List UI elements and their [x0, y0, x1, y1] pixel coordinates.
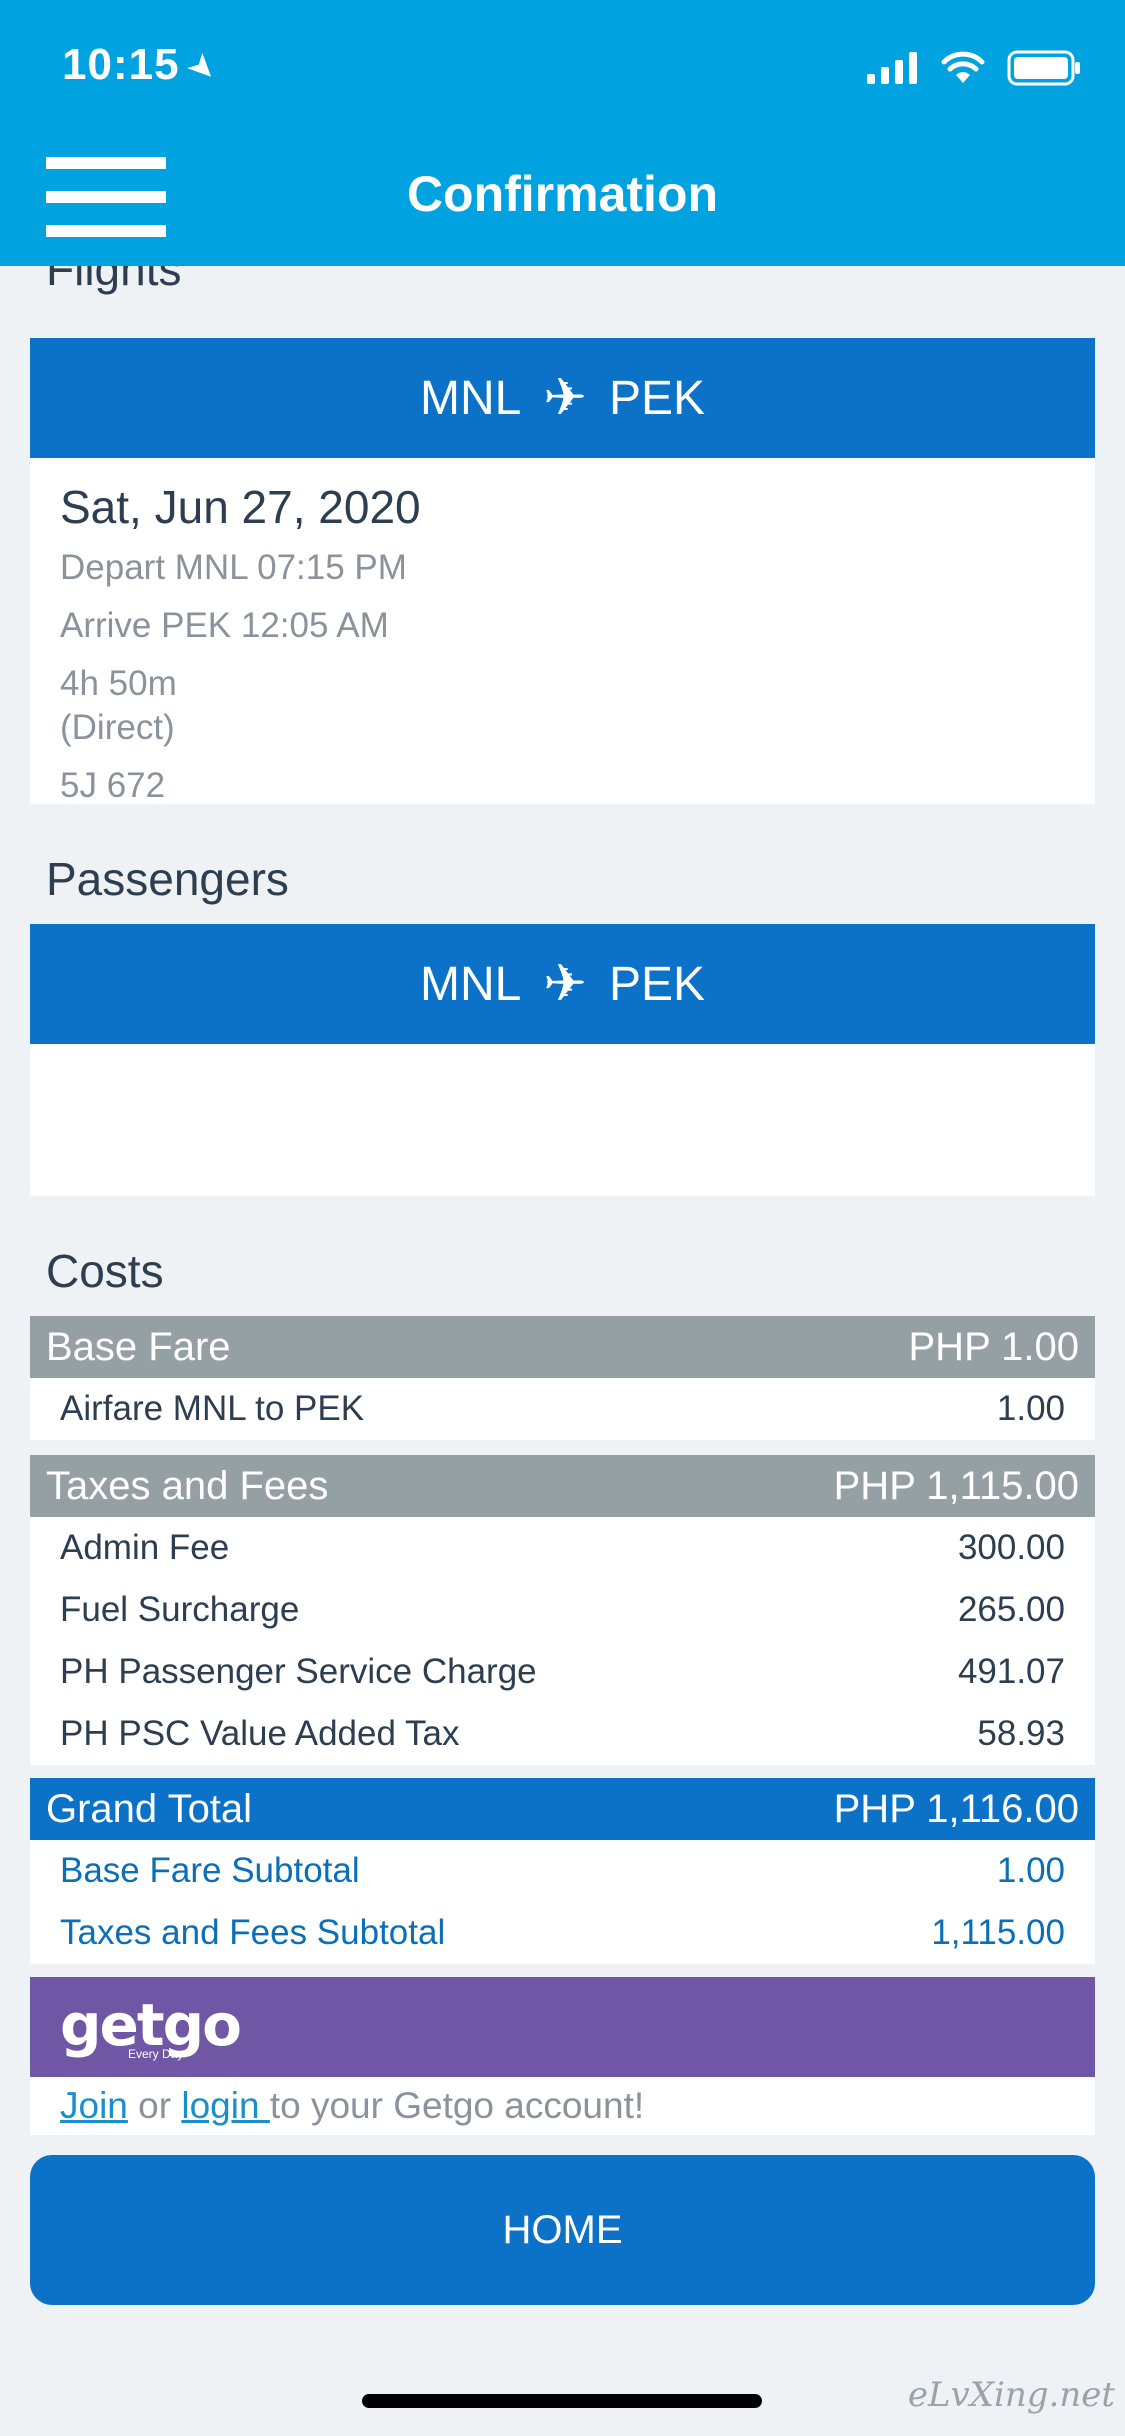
depart-info: Depart MNL 07:15 PM — [60, 548, 407, 587]
cost-row: PH Passenger Service Charge 491.07 — [30, 1641, 1095, 1703]
cost-row: PH PSC Value Added Tax 58.93 — [30, 1703, 1095, 1765]
grand-total-label: Grand Total — [46, 1786, 253, 1831]
battery-icon — [1007, 50, 1080, 86]
airplane-icon: ✈ — [543, 955, 587, 1013]
cost-label: Base Fare Subtotal — [60, 1851, 360, 1890]
cost-label: Fuel Surcharge — [60, 1590, 300, 1629]
getgo-logo-tagline: Every Day — [128, 2047, 184, 2061]
passengers-section-title: Passengers — [46, 853, 289, 905]
getgo-account-prompt: Join or login to your Getgo account! — [30, 2077, 1095, 2135]
grand-total-items: Base Fare Subtotal 1.00 Taxes and Fees S… — [30, 1840, 1095, 1964]
getgo-banner: getgo Every Day — [30, 1977, 1095, 2077]
cost-row: Taxes and Fees Subtotal 1,115.00 — [30, 1902, 1095, 1964]
flight-date: Sat, Jun 27, 2020 — [60, 481, 421, 533]
cost-label: Taxes and Fees Subtotal — [60, 1913, 446, 1952]
flight-route-bar: MNL ✈ PEK — [30, 338, 1095, 458]
airplane-icon: ✈ — [543, 369, 587, 427]
cost-value: 58.93 — [977, 1714, 1065, 1753]
cost-value: 1.00 — [996, 1851, 1065, 1890]
cost-value: 1.00 — [996, 1389, 1065, 1428]
route-destination: PEK — [608, 371, 705, 425]
cost-label: Airfare MNL to PEK — [60, 1389, 365, 1428]
base-fare-amount: PHP 1.00 — [908, 1324, 1080, 1369]
route-origin: MNL — [420, 957, 522, 1011]
grand-total-header: Grand Total PHP 1,116.00 — [30, 1778, 1095, 1840]
cost-value: 265.00 — [957, 1590, 1065, 1629]
grand-total-amount: PHP 1,116.00 — [833, 1786, 1079, 1831]
costs-section-title: Costs — [46, 1245, 164, 1297]
menu-line — [46, 225, 166, 237]
base-fare-label: Base Fare — [46, 1324, 231, 1369]
clock: 10:15 — [62, 40, 180, 89]
cost-label: Admin Fee — [60, 1528, 230, 1567]
base-fare-items: Airfare MNL to PEK 1.00 — [30, 1378, 1095, 1440]
join-link[interactable]: Join — [60, 2085, 128, 2127]
flights-section-title: Flights — [46, 266, 182, 295]
taxes-label: Taxes and Fees — [46, 1463, 329, 1508]
flight-duration: 4h 50m — [60, 664, 177, 703]
passenger-route-bar: MNL ✈ PEK — [30, 924, 1095, 1044]
wifi-icon — [941, 51, 985, 83]
location-arrow-icon: ➤ — [178, 44, 227, 92]
cost-row: Admin Fee 300.00 — [30, 1517, 1095, 1579]
cost-value: 300.00 — [957, 1528, 1065, 1567]
flight-details-card: Sat, Jun 27, 2020 Depart MNL 07:15 PM Ar… — [30, 458, 1095, 805]
status-icons — [867, 50, 1081, 86]
cost-row: Airfare MNL to PEK 1.00 — [30, 1378, 1095, 1440]
passenger-list-card — [30, 1044, 1095, 1196]
home-button[interactable]: HOME — [30, 2155, 1095, 2305]
taxes-amount: PHP 1,115.00 — [833, 1463, 1079, 1508]
login-link[interactable]: login — [181, 2085, 269, 2127]
cost-value: 491.07 — [957, 1652, 1065, 1691]
getgo-suffix-text: to your Getgo account! — [269, 2085, 645, 2126]
page-title: Confirmation — [406, 166, 719, 222]
flight-number: 5J 672 — [60, 766, 166, 805]
or-text: or — [127, 2085, 182, 2126]
cost-row: Fuel Surcharge 265.00 — [30, 1579, 1095, 1641]
cost-row: Base Fare Subtotal 1.00 — [30, 1840, 1095, 1902]
taxes-header: Taxes and Fees PHP 1,115.00 — [30, 1455, 1095, 1517]
status-time: 10:15➤ — [62, 40, 226, 92]
cost-value: 1,115.00 — [931, 1913, 1065, 1952]
route-destination: PEK — [608, 957, 705, 1011]
status-bar: 10:15➤ — [0, 0, 1125, 135]
watermark: eLvXing.net — [907, 2375, 1115, 2415]
signal-icon — [867, 52, 917, 84]
cost-label: PH Passenger Service Charge — [60, 1652, 537, 1691]
taxes-items: Admin Fee 300.00 Fuel Surcharge 265.00 P… — [30, 1517, 1095, 1765]
cost-label: PH PSC Value Added Tax — [60, 1714, 460, 1753]
base-fare-header: Base Fare PHP 1.00 — [30, 1316, 1095, 1378]
flight-type: (Direct) — [60, 708, 175, 747]
confirmation-content[interactable]: Flights MNL ✈ PEK Sat, Jun 27, 2020 Depa… — [0, 266, 1125, 2436]
home-indicator[interactable] — [362, 2394, 762, 2408]
arrive-info: Arrive PEK 12:05 AM — [60, 606, 389, 645]
nav-bar: Confirmation — [0, 135, 1125, 266]
route-origin: MNL — [420, 371, 522, 425]
